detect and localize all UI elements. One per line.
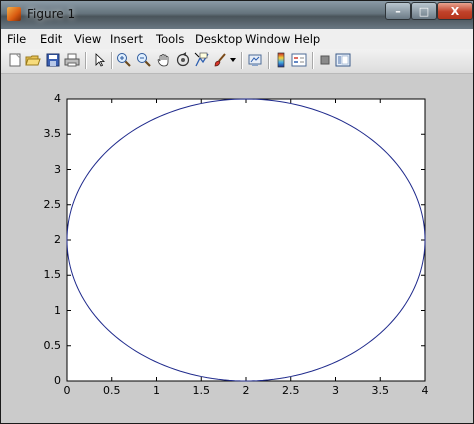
legend-icon[interactable] bbox=[291, 52, 307, 68]
figure-canvas[interactable]: 0 0.5 1 1.5 2 2.5 3 3.5 4 0 0.5 1 1.5 2 2.5 3 3.5 4 bbox=[1, 74, 473, 423]
toolbar-separator bbox=[312, 52, 314, 69]
show-plot-tools-icon[interactable] bbox=[335, 52, 351, 68]
title-bar[interactable]: Figure 1 – □ X bbox=[1, 1, 473, 29]
toolbar-separator bbox=[241, 52, 243, 69]
y-tick-label: 2.5 bbox=[43, 197, 62, 211]
close-button[interactable]: X bbox=[437, 2, 473, 20]
new-figure-icon[interactable] bbox=[7, 52, 23, 68]
colorbar-icon[interactable] bbox=[273, 52, 289, 68]
link-plot-icon[interactable] bbox=[247, 52, 263, 68]
x-tick-label: 2 bbox=[242, 384, 250, 397]
toolbar-separator bbox=[111, 52, 113, 69]
maximize-button[interactable]: □ bbox=[411, 2, 437, 20]
menu-tools[interactable]: Tools bbox=[156, 32, 184, 46]
x-tick-label: 3 bbox=[332, 384, 339, 397]
matlab-figure-icon bbox=[7, 7, 21, 21]
print-icon[interactable] bbox=[64, 52, 80, 68]
window-title: Figure 1 bbox=[27, 7, 76, 21]
brush-icon[interactable] bbox=[212, 52, 228, 68]
y-tick-label: 2 bbox=[54, 233, 61, 246]
hide-plot-tools-icon[interactable] bbox=[317, 52, 333, 68]
toolbar-separator bbox=[85, 52, 87, 69]
x-tick-label: 2.5 bbox=[282, 384, 300, 397]
figure-window: Figure 1 – □ X File Edit View Insert Too… bbox=[0, 0, 474, 424]
x-tick-label: 1.5 bbox=[192, 384, 211, 397]
data-cursor-icon[interactable] bbox=[194, 52, 210, 68]
pan-hand-icon[interactable] bbox=[156, 52, 172, 68]
menu-desktop[interactable]: Desktop bbox=[195, 32, 242, 46]
menu-bar: File Edit View Insert Tools Desktop Wind… bbox=[1, 29, 473, 49]
x-tick-label: 3.5 bbox=[371, 384, 390, 397]
menu-insert[interactable]: Insert bbox=[110, 32, 143, 46]
menu-file[interactable]: File bbox=[7, 32, 26, 46]
y-tick-label: 4 bbox=[54, 92, 61, 105]
menu-edit[interactable]: Edit bbox=[40, 32, 62, 46]
plot-svg bbox=[66, 98, 426, 382]
figure-toolbar bbox=[1, 49, 473, 74]
menu-view[interactable]: View bbox=[74, 32, 101, 46]
brush-dropdown-icon[interactable] bbox=[229, 52, 237, 68]
y-tick-label: 0.5 bbox=[43, 338, 62, 352]
save-icon[interactable] bbox=[45, 52, 61, 68]
y-tick-label: 3.5 bbox=[43, 127, 62, 141]
y-tick-label: 1 bbox=[54, 303, 61, 317]
x-tick-label: 0 bbox=[63, 384, 71, 397]
y-tick-label: 1.5 bbox=[43, 268, 62, 282]
zoom-in-icon[interactable] bbox=[116, 52, 132, 68]
pointer-icon[interactable] bbox=[91, 52, 107, 68]
menu-window[interactable]: Window bbox=[245, 32, 290, 46]
rotate-3d-icon[interactable] bbox=[175, 52, 191, 68]
x-tick-label: 4 bbox=[421, 384, 429, 397]
x-tick-label: 0.5 bbox=[103, 384, 121, 397]
x-tick-label: 1 bbox=[153, 384, 160, 397]
minimize-button[interactable]: – bbox=[385, 2, 411, 20]
axes-box[interactable] bbox=[66, 98, 426, 382]
y-tick-label: 3 bbox=[54, 162, 61, 176]
menu-help[interactable]: Help bbox=[294, 32, 320, 46]
toolbar-separator bbox=[268, 52, 270, 69]
zoom-out-icon[interactable] bbox=[136, 52, 152, 68]
open-file-icon[interactable] bbox=[25, 52, 41, 68]
